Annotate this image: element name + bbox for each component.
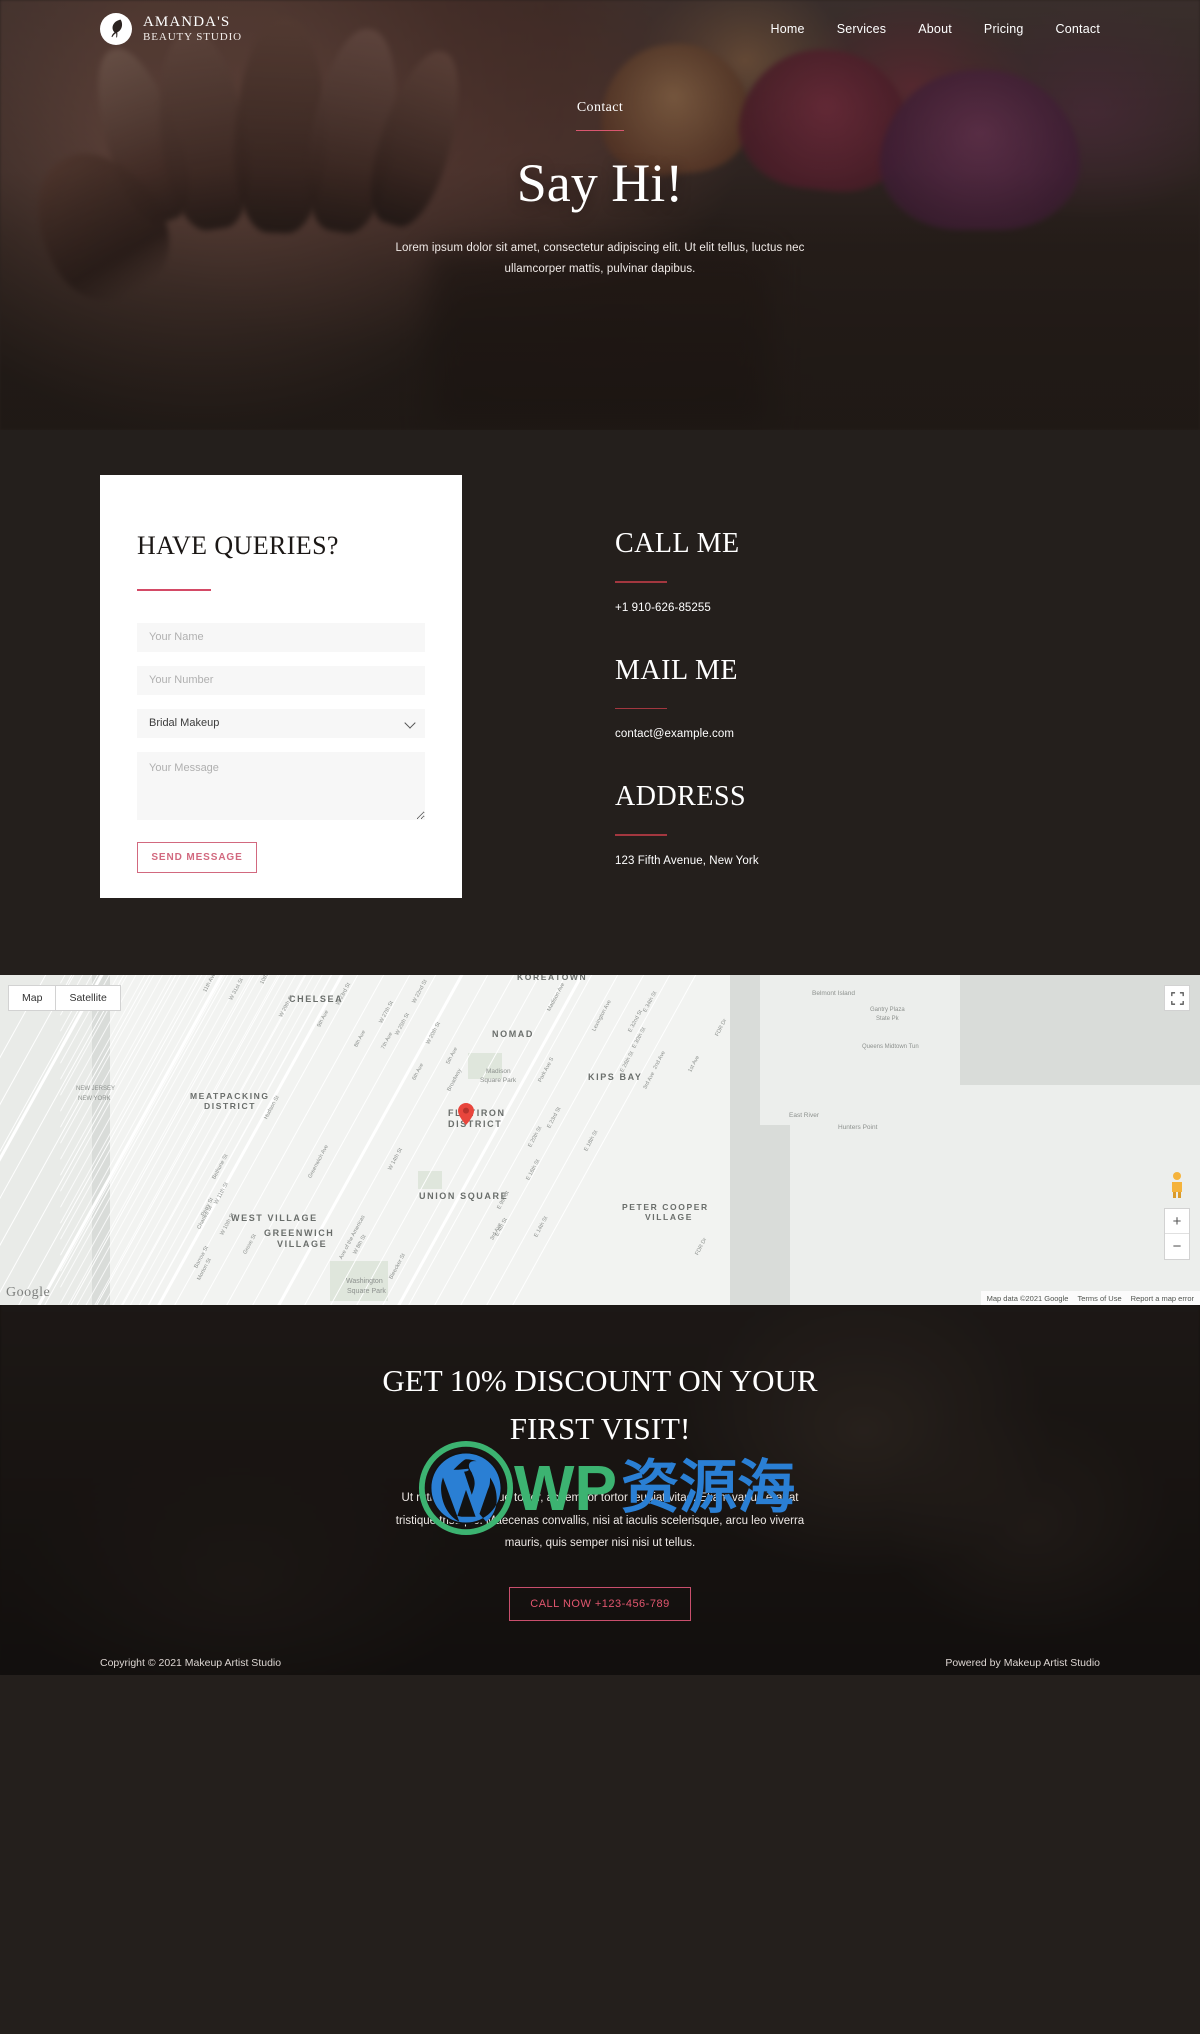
street-address: 123 Fifth Avenue, New York bbox=[615, 854, 759, 867]
map-neighborhood-label: Hunters Point bbox=[838, 1124, 878, 1131]
cta-title-line2: FIRST VISIT! bbox=[509, 1411, 691, 1447]
leaf-face-logo-icon bbox=[100, 13, 132, 45]
site-footer: Copyright © 2021 Makeup Artist Studio Po… bbox=[0, 1621, 1200, 1669]
hero-subtitle: Lorem ipsum dolor sit amet, consectetur … bbox=[395, 241, 805, 275]
map-neighborhood-label: DISTRICT bbox=[204, 1101, 256, 1111]
phone-number[interactable]: +1 910-626-85255 bbox=[615, 602, 759, 614]
map-neighborhood-label: PETER COOPER bbox=[622, 1202, 709, 1212]
address-heading: ADDRESS bbox=[615, 781, 747, 813]
footer-powered-by: Powered by Makeup Artist Studio bbox=[945, 1657, 1100, 1670]
hero-divider bbox=[576, 130, 624, 131]
map-neighborhood-label: Madison bbox=[486, 1068, 511, 1075]
map-neighborhood-label: Queens Midtown Tun bbox=[862, 1044, 919, 1050]
form-divider bbox=[137, 589, 211, 591]
map-data-credit: Map data ©2021 Google bbox=[986, 1293, 1069, 1303]
mail-me-block: MAIL ME contact@example.com bbox=[615, 654, 759, 740]
page-title: Say Hi! bbox=[516, 153, 684, 213]
call-me-heading: CALL ME bbox=[615, 528, 740, 559]
map-neighborhood-label: GREENWICH bbox=[264, 1228, 335, 1238]
brand-text: AMANDA'S BEAUTY STUDIO bbox=[143, 14, 242, 43]
footer-copyright: Copyright © 2021 Makeup Artist Studio bbox=[100, 1657, 282, 1670]
form-title: HAVE QUERIES? bbox=[137, 531, 339, 560]
call-now-button[interactable]: CALL NOW +123-456-789 bbox=[509, 1587, 691, 1622]
map-pin-icon[interactable] bbox=[458, 1103, 474, 1125]
map-neighborhood-label: Washington bbox=[346, 1278, 383, 1285]
message-textarea[interactable] bbox=[137, 751, 425, 820]
map-attribution: Map data ©2021 Google Terms of Use Repor… bbox=[980, 1291, 1200, 1305]
map-neighborhood-label: NEW JERSEY bbox=[76, 1086, 116, 1092]
contact-info-column: CALL ME +1 910-626-85255 MAIL ME contact… bbox=[615, 475, 759, 867]
hero-content: Contact Say Hi! Lorem ipsum dolor sit am… bbox=[0, 58, 1200, 280]
number-input[interactable] bbox=[137, 665, 425, 695]
cta-section: GET 10% DISCOUNT ON YOUR FIRST VISIT! Ut… bbox=[0, 1305, 1200, 1675]
map-neighborhood-label: DISTRICT bbox=[448, 1119, 503, 1129]
hero-section: AMANDA'S BEAUTY STUDIO Home Services Abo… bbox=[0, 0, 1200, 430]
street-view-pegman-icon[interactable] bbox=[1165, 1168, 1189, 1202]
brand-subtitle: BEAUTY STUDIO bbox=[143, 31, 242, 44]
map-type-satellite-button[interactable]: Satellite bbox=[56, 985, 121, 1011]
map-land-brooklyn bbox=[790, 1085, 1200, 1305]
zoom-out-button[interactable]: − bbox=[1165, 1234, 1189, 1259]
contact-section: HAVE QUERIES? Bridal Makeup SEND MESSAGE… bbox=[0, 430, 1200, 975]
fullscreen-icon[interactable] bbox=[1164, 985, 1190, 1011]
map-neighborhood-label: East River bbox=[789, 1112, 819, 1119]
map-neighborhood-label: Square Park bbox=[347, 1288, 386, 1295]
map-neighborhood-label: Square Park bbox=[480, 1077, 517, 1084]
map-canvas[interactable]: KOREATOWN CHELSEA NOMAD MEATPACKING DISTRICT… bbox=[0, 975, 1200, 1305]
nav-item-pricing[interactable]: Pricing bbox=[984, 22, 1024, 36]
map-neighborhood-label: UNION SQUARE bbox=[419, 1191, 509, 1201]
map-type-controls: Map Satellite bbox=[8, 985, 121, 1011]
hero-eyebrow: Contact bbox=[576, 100, 624, 115]
map-type-map-button[interactable]: Map bbox=[8, 985, 57, 1011]
map-neighborhood-label: NOMAD bbox=[492, 1029, 534, 1039]
send-message-button[interactable]: SEND MESSAGE bbox=[137, 841, 257, 873]
map-neighborhood-label: Belmont Island bbox=[812, 990, 855, 997]
map-neighborhood-label: KOREATOWN bbox=[517, 975, 588, 982]
map-report-link[interactable]: Report a map error bbox=[1131, 1294, 1194, 1303]
mail-me-divider bbox=[615, 707, 667, 710]
nav-links: Home Services About Pricing Contact bbox=[771, 22, 1100, 36]
call-me-divider bbox=[615, 581, 667, 583]
map-neighborhood-label: FLATIRON bbox=[448, 1108, 506, 1118]
map-neighborhood-label: Gantry Plaza bbox=[870, 1007, 905, 1013]
address-divider bbox=[615, 834, 667, 836]
contact-form-card: HAVE QUERIES? Bridal Makeup SEND MESSAGE bbox=[100, 475, 462, 898]
nav-item-home[interactable]: Home bbox=[771, 22, 805, 36]
map-neighborhood-label: KIPS BAY bbox=[588, 1072, 643, 1082]
map-neighborhood-label: MEATPACKING bbox=[190, 1091, 270, 1101]
nav-item-contact[interactable]: Contact bbox=[1056, 22, 1100, 36]
mail-me-heading: MAIL ME bbox=[615, 654, 739, 686]
call-me-block: CALL ME +1 910-626-85255 bbox=[615, 528, 759, 614]
address-block: ADDRESS 123 Fifth Avenue, New York bbox=[615, 781, 759, 867]
map-section[interactable]: KOREATOWN CHELSEA NOMAD MEATPACKING DISTRICT… bbox=[0, 975, 1200, 1305]
service-select-wrapper: Bridal Makeup bbox=[137, 708, 425, 738]
service-select[interactable]: Bridal Makeup bbox=[137, 708, 425, 738]
main-navigation: AMANDA'S BEAUTY STUDIO Home Services Abo… bbox=[0, 0, 1200, 58]
email-address[interactable]: contact@example.com bbox=[615, 728, 759, 740]
map-neighborhood-label: VILLAGE bbox=[645, 1212, 694, 1222]
map-neighborhood-label: NEW YORK bbox=[78, 1096, 111, 1102]
zoom-in-button[interactable]: + bbox=[1165, 1209, 1189, 1234]
map-neighborhood-label: VILLAGE bbox=[277, 1239, 328, 1249]
cta-title: GET 10% DISCOUNT ON YOUR FIRST VISIT! bbox=[300, 1357, 900, 1453]
map-terms-link[interactable]: Terms of Use bbox=[1077, 1294, 1121, 1303]
site-brand[interactable]: AMANDA'S BEAUTY STUDIO bbox=[100, 13, 242, 45]
map-neighborhood-label: State Pk bbox=[876, 1016, 899, 1022]
map-neighborhood-label: WEST VILLAGE bbox=[231, 1213, 318, 1223]
nav-item-services[interactable]: Services bbox=[837, 22, 887, 36]
name-input[interactable] bbox=[137, 622, 425, 652]
map-zoom-controls: + − bbox=[1164, 1208, 1190, 1260]
page-root: AMANDA'S BEAUTY STUDIO Home Services Abo… bbox=[0, 0, 1200, 1675]
brand-name: AMANDA'S bbox=[143, 14, 231, 31]
nav-item-about[interactable]: About bbox=[918, 22, 952, 36]
cta-description: Ut rutrum scelerisque tortor, ac tempor … bbox=[395, 1492, 805, 1549]
cta-title-line1: GET 10% DISCOUNT ON YOUR bbox=[382, 1363, 818, 1398]
google-logo: Google bbox=[6, 1285, 51, 1300]
cta-content: GET 10% DISCOUNT ON YOUR FIRST VISIT! Ut… bbox=[0, 1305, 1200, 1622]
